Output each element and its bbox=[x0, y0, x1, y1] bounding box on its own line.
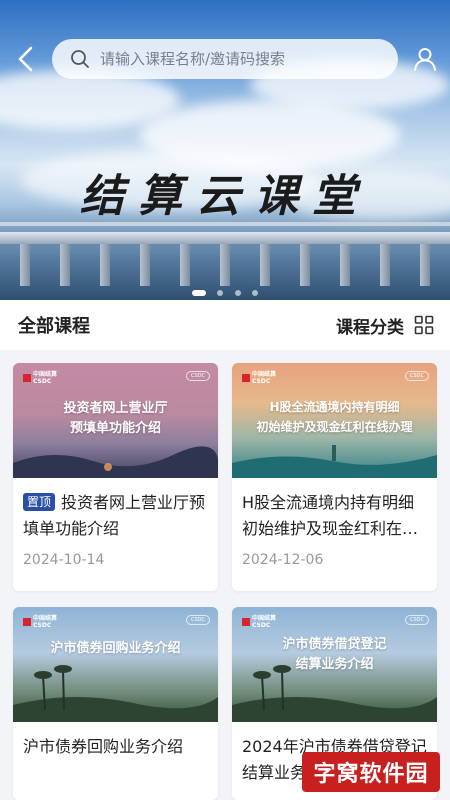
csdc-logo: 中国结算 CSDC bbox=[242, 615, 276, 629]
thumbnail-title: 投资者网上营业厅 预填单功能介绍 bbox=[63, 401, 168, 436]
course-card[interactable]: 中国结算 CSDC CSDC 投资者网上营业厅 预填单功能介绍 置顶 投资者网上营… bbox=[13, 363, 218, 591]
course-title: 沪市债券回购业务介绍 bbox=[23, 737, 184, 756]
csdc-logo: 中国结算 CSDC bbox=[23, 371, 57, 385]
mountain-silhouette bbox=[232, 445, 437, 478]
course-card[interactable]: 中国结算 CSDC CSDC 沪市债券回购业务介绍 沪市债券回购业务介绍 bbox=[13, 607, 218, 800]
search-input[interactable] bbox=[100, 50, 370, 68]
course-thumbnail: 中国结算 CSDC CSDC 投资者网上营业厅 预填单功能介绍 bbox=[13, 363, 218, 478]
mountain-silhouette bbox=[13, 446, 218, 478]
banner-dot[interactable] bbox=[251, 290, 258, 296]
bridge-deck bbox=[0, 232, 450, 244]
brand-badge-icon: CSDC bbox=[404, 371, 429, 381]
csdc-logo: 中国结算 CSDC bbox=[23, 615, 57, 629]
banner-title: 结算云课堂 bbox=[80, 171, 370, 222]
course-thumbnail: 中国结算 CSDC CSDC 沪市债券借贷登记 结算业务介绍 bbox=[232, 607, 437, 722]
bridge-pillars bbox=[0, 244, 450, 286]
course-title: H股全流通境内持有明细初始维护及现金红利在… bbox=[242, 493, 419, 538]
category-label: 课程分类 bbox=[336, 317, 404, 338]
course-date: 2024-12-06 bbox=[242, 552, 324, 568]
course-thumbnail: 中国结算 CSDC CSDC 沪市债券回购业务介绍 bbox=[13, 607, 218, 722]
banner-dot[interactable] bbox=[217, 290, 224, 296]
banner-dot[interactable] bbox=[234, 290, 241, 296]
section-title: 全部课程 bbox=[18, 316, 90, 337]
back-arrow-icon[interactable] bbox=[14, 44, 38, 74]
course-date: 2024-10-14 bbox=[23, 552, 105, 568]
palm-trees bbox=[232, 665, 437, 722]
brand-badge-icon: CSDC bbox=[185, 615, 210, 625]
thumbnail-title: 沪市债券回购业务介绍 bbox=[50, 641, 181, 656]
banner-dot[interactable] bbox=[192, 290, 207, 296]
grid-icon bbox=[414, 315, 434, 335]
brand-badge-icon: CSDC bbox=[404, 615, 429, 625]
course-card[interactable]: 中国结算 CSDC CSDC H股全流通境内持有明细 初始维护及现金红利在线办理… bbox=[232, 363, 437, 591]
brand-badge-icon: CSDC bbox=[185, 371, 210, 381]
section-header: 全部课程 课程分类 bbox=[0, 300, 450, 350]
user-profile-icon[interactable] bbox=[412, 46, 438, 72]
search-icon bbox=[71, 50, 89, 68]
bridge-rail bbox=[0, 222, 450, 226]
watermark-logo: 字窝软件园 bbox=[302, 752, 440, 792]
palm-trees bbox=[13, 665, 218, 722]
category-button[interactable]: 课程分类 bbox=[336, 313, 434, 338]
csdc-logo: 中国结算 CSDC bbox=[242, 371, 276, 385]
banner-pagination bbox=[0, 281, 450, 300]
pinned-badge: 置顶 bbox=[23, 493, 56, 511]
thumbnail-title: H股全流通境内持有明细 初始维护及现金红利在线办理 bbox=[256, 400, 413, 434]
course-title: 置顶 投资者网上营业厅预填单功能介绍 bbox=[23, 493, 206, 538]
search-bar[interactable] bbox=[52, 39, 398, 79]
course-thumbnail: 中国结算 CSDC CSDC H股全流通境内持有明细 初始维护及现金红利在线办理 bbox=[232, 363, 437, 478]
